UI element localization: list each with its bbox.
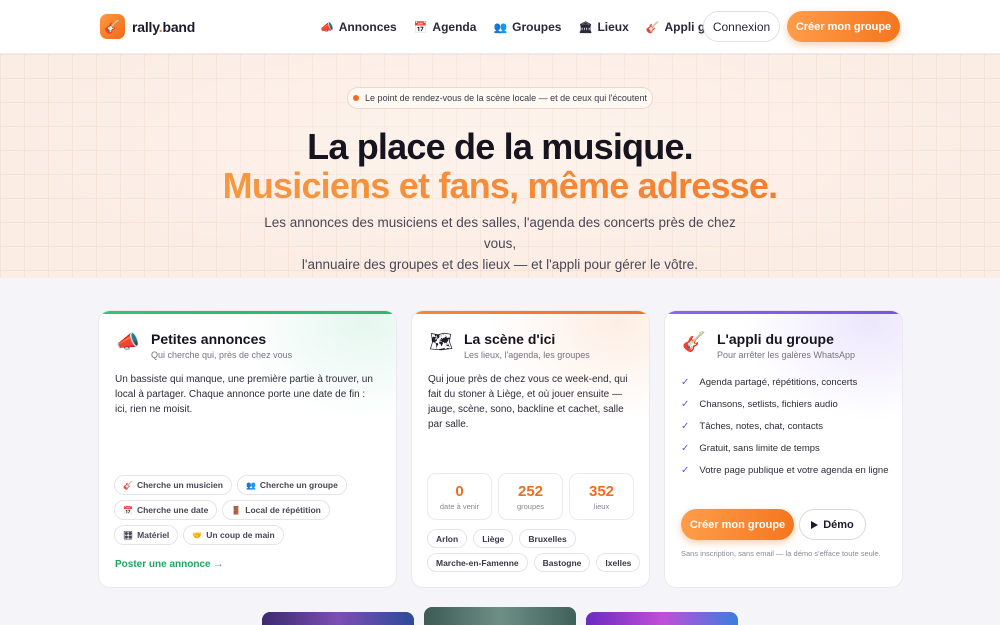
stat-groupes[interactable]: 252 groupes	[498, 473, 563, 520]
chip-coup-de-main[interactable]: 🤝 Un coup de main	[183, 525, 284, 545]
hero-title-highlight: Musiciens et fans, même adresse.	[0, 165, 1000, 207]
chip-local-repetition[interactable]: 🚪 Local de répétition	[222, 500, 330, 520]
check-icon: ✓	[681, 443, 690, 454]
feature-item: ✓ Tâches, notes, chat, contacts	[681, 421, 823, 432]
card-description: Un bassiste qui manque, une première par…	[115, 374, 373, 415]
amplifier-icon: 🎛	[123, 530, 134, 540]
city-chip[interactable]: Ixelles	[596, 553, 641, 572]
card-subtitle: Les lieux, l'agenda, les groupes	[464, 350, 590, 360]
city-chip[interactable]: Bastogne	[533, 553, 591, 572]
nav-link-groupes[interactable]: 👥 Groupes	[493, 20, 561, 34]
chip-cherche-musicien[interactable]: 🎸 Cherche un musicien	[114, 475, 232, 495]
play-icon	[811, 520, 819, 529]
chip-materiel[interactable]: 🎛 Matériel	[114, 525, 179, 545]
nav-link-annonces[interactable]: 📣 Annonces	[320, 20, 397, 34]
megaphone-icon: 📣	[116, 332, 140, 353]
stage-lights-photo-thumbnail[interactable]	[586, 612, 738, 625]
scene-stats: 0 date à venir 252 groupes 352 lieux	[427, 473, 634, 520]
hero-tagline-pill: Le point de rendez-vous de la scène loca…	[347, 87, 653, 109]
city-list: Arlon Liège Bruxelles Marche-en-Famenne …	[427, 529, 642, 572]
login-button[interactable]: Connexion	[703, 11, 780, 42]
check-icon: ✓	[681, 399, 690, 410]
hero-title: La place de la musique.	[307, 126, 694, 167]
city-chip[interactable]: Marche-en-Famenne	[427, 553, 528, 572]
calendar-icon: 📅	[123, 505, 133, 515]
card-petites-annonces: 📣 Petites annonces Qui cherche qui, près…	[98, 310, 397, 588]
post-annonce-link[interactable]: Poster une annonce →	[115, 559, 223, 570]
feature-item: ✓ Agenda partagé, répétitions, concerts	[681, 377, 858, 388]
check-icon: ✓	[681, 421, 690, 432]
demo-button[interactable]: Démo	[799, 509, 866, 540]
dot-icon	[353, 95, 360, 101]
feature-item: ✓ Votre page publique et votre agenda en …	[681, 465, 889, 476]
people-icon: 👥	[493, 21, 508, 34]
handshake-icon: 🤝	[192, 530, 203, 540]
hero-section: Le point de rendez-vous de la scène loca…	[0, 54, 1000, 278]
card-subtitle: Pour arrêter les galères WhatsApp	[717, 350, 856, 360]
annonce-categories: 🎸 Cherche un musicien 👥 Cherche un groupe …	[114, 475, 389, 545]
people-icon: 👥	[245, 480, 256, 490]
card-appli-groupe: 🎸 L'appli du groupe Pour arrêter les gal…	[664, 310, 903, 588]
city-chip[interactable]: Liège	[473, 529, 514, 548]
nav-links: 📣 Annonces 📅 Agenda 👥 Groupes 🏛 Lieux 🎸 Appli…	[320, 20, 739, 34]
stat-dates[interactable]: 0 date à venir	[427, 473, 492, 520]
card-subtitle: Qui cherche qui, près de chez vous	[151, 350, 293, 360]
stat-lieux[interactable]: 352 lieux	[569, 473, 634, 520]
megaphone-icon: 📣	[320, 21, 334, 34]
nav-link-lieux[interactable]: 🏛 Lieux	[578, 20, 628, 34]
card-description: Qui joue près de chez vous ce week-end, …	[428, 374, 628, 430]
calendar-icon: 📅	[413, 21, 428, 34]
hero-subtitle: Les annonces des musiciens et des salles…	[264, 215, 736, 272]
map-icon: 🗺	[429, 332, 454, 353]
feature-item: ✓ Chansons, setlists, fichiers audio	[681, 399, 838, 410]
card-title: Petites annonces	[151, 331, 267, 347]
create-group-button[interactable]: Créer mon groupe	[787, 11, 900, 42]
guitar-icon: 🎸	[123, 480, 133, 490]
venue-photo-thumbnail[interactable]	[424, 607, 576, 625]
guitar-icon: 🎸	[682, 332, 706, 353]
chip-cherche-groupe[interactable]: 👥 Cherche un groupe	[236, 475, 347, 495]
nav-link-agenda[interactable]: 📅 Agenda	[414, 20, 477, 34]
feature-list: ✓ Agenda partagé, répétitions, concerts ✓…	[681, 375, 891, 485]
top-navbar: 🎸 rally.band 📣 Annonces 📅 Agenda 👥 Groupes …	[0, 0, 1000, 54]
chip-cherche-date[interactable]: 📅 Cherche une date	[114, 500, 218, 520]
check-icon: ✓	[681, 377, 690, 388]
venue-icon: 🏛	[578, 21, 593, 34]
concert-photo-thumbnail[interactable]	[262, 612, 414, 625]
city-chip[interactable]: Arlon	[427, 529, 468, 548]
card-title: L'appli du groupe	[717, 331, 834, 347]
brand-logo[interactable]: 🎸 rally.band	[100, 14, 195, 39]
city-chip[interactable]: Bruxelles	[519, 529, 576, 548]
guitar-logo-icon: 🎸	[100, 14, 125, 39]
check-icon: ✓	[681, 465, 690, 476]
card-scene-ici: 🗺 La scène d'ici Les lieux, l'agenda, le…	[411, 310, 650, 588]
feature-item: ✓ Gratuit, sans limite de temps	[681, 443, 820, 454]
demo-note: Sans inscription, sans email — la démo s…	[681, 549, 881, 558]
brand-name: rally.band	[132, 18, 196, 35]
door-icon: 🚪	[231, 505, 242, 515]
create-group-card-button[interactable]: Créer mon groupe	[681, 509, 794, 540]
card-title: La scène d'ici	[464, 331, 556, 347]
guitar-icon: 🎸	[645, 21, 660, 34]
